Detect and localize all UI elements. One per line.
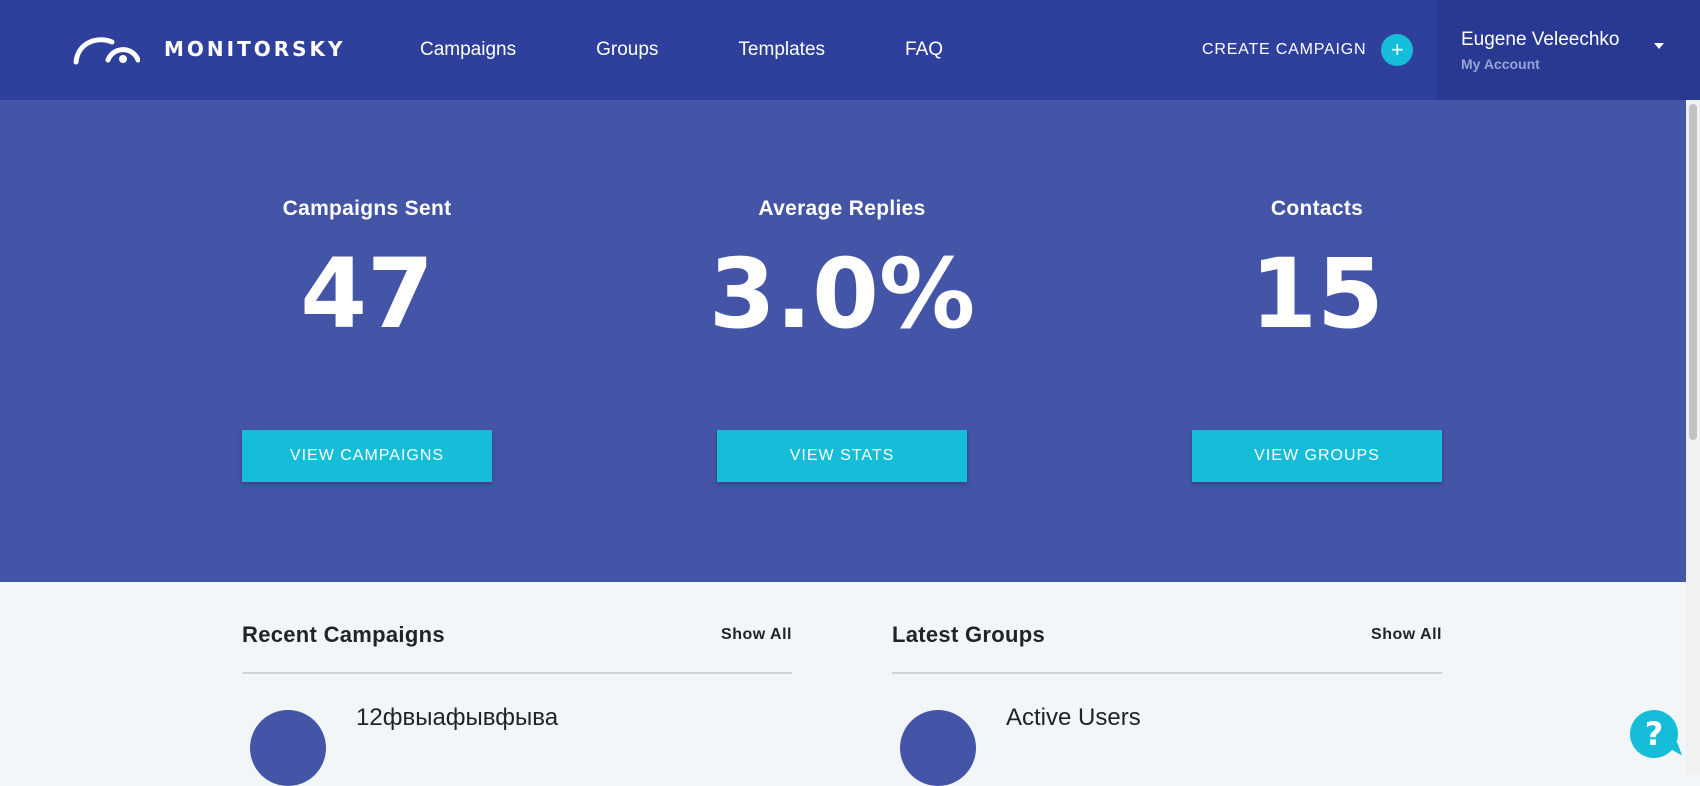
view-stats-button[interactable]: VIEW STATS	[717, 430, 967, 482]
nav-templates[interactable]: Templates	[698, 39, 865, 61]
stat-title: Campaigns Sent	[282, 197, 452, 220]
nav-faq[interactable]: FAQ	[865, 39, 983, 61]
stat-value: 15	[1250, 238, 1384, 350]
panel-header: Recent Campaigns Show All	[242, 600, 792, 674]
create-campaign-button[interactable]: CREATE CAMPAIGN +	[1202, 34, 1414, 66]
stat-value: 3.0%	[708, 238, 976, 350]
group-name: Active Users	[1006, 704, 1141, 731]
create-campaign-label: CREATE CAMPAIGN	[1202, 41, 1367, 58]
latest-groups-show-all-link[interactable]: Show All	[1371, 626, 1442, 644]
brand-logo[interactable]: MONITORSKY	[72, 32, 346, 66]
view-campaigns-button[interactable]: VIEW CAMPAIGNS	[242, 430, 492, 482]
account-name: Eugene Veleechko	[1461, 29, 1620, 50]
stat-title: Average Replies	[758, 197, 926, 220]
list-item[interactable]: 12фвыафывфыва	[242, 674, 792, 786]
view-groups-button[interactable]: VIEW GROUPS	[1192, 430, 1442, 482]
list-item[interactable]: Active Users	[892, 674, 1442, 786]
campaign-name: 12фвыафывфыва	[356, 704, 559, 731]
plus-icon: +	[1381, 34, 1414, 66]
nav-groups[interactable]: Groups	[556, 39, 698, 61]
scrollbar-thumb[interactable]	[1689, 104, 1697, 440]
recent-campaigns-show-all-link[interactable]: Show All	[721, 626, 792, 644]
latest-groups-panel: Latest Groups Show All Active Users	[892, 600, 1442, 786]
panel-title: Latest Groups	[892, 622, 1046, 647]
recent-campaigns-panel: Recent Campaigns Show All 12фвыафывфыва	[242, 600, 792, 786]
stat-title: Contacts	[1270, 197, 1364, 220]
account-subtitle: My Account	[1461, 56, 1540, 72]
page-scrollbar[interactable]	[1686, 100, 1700, 775]
stats-hero: Campaigns Sent 47 VIEW CAMPAIGNS Average…	[0, 100, 1686, 582]
brand-name: MONITORSKY	[164, 37, 346, 61]
panel-title: Recent Campaigns	[242, 622, 445, 647]
main-nav: Campaigns Groups Templates FAQ	[380, 0, 983, 100]
account-menu[interactable]: Eugene Veleechko My Account	[1437, 0, 1700, 100]
stat-value: 47	[300, 238, 434, 350]
panel-header: Latest Groups Show All	[892, 600, 1442, 674]
question-mark-icon: ?	[1644, 715, 1664, 753]
monitorsky-logo-icon	[73, 37, 140, 65]
top-header: MONITORSKY Campaigns Groups Templates FA…	[0, 0, 1700, 100]
nav-campaigns[interactable]: Campaigns	[380, 39, 556, 61]
caret-down-icon	[1654, 43, 1664, 49]
help-chat-button[interactable]: ?	[1630, 710, 1683, 760]
